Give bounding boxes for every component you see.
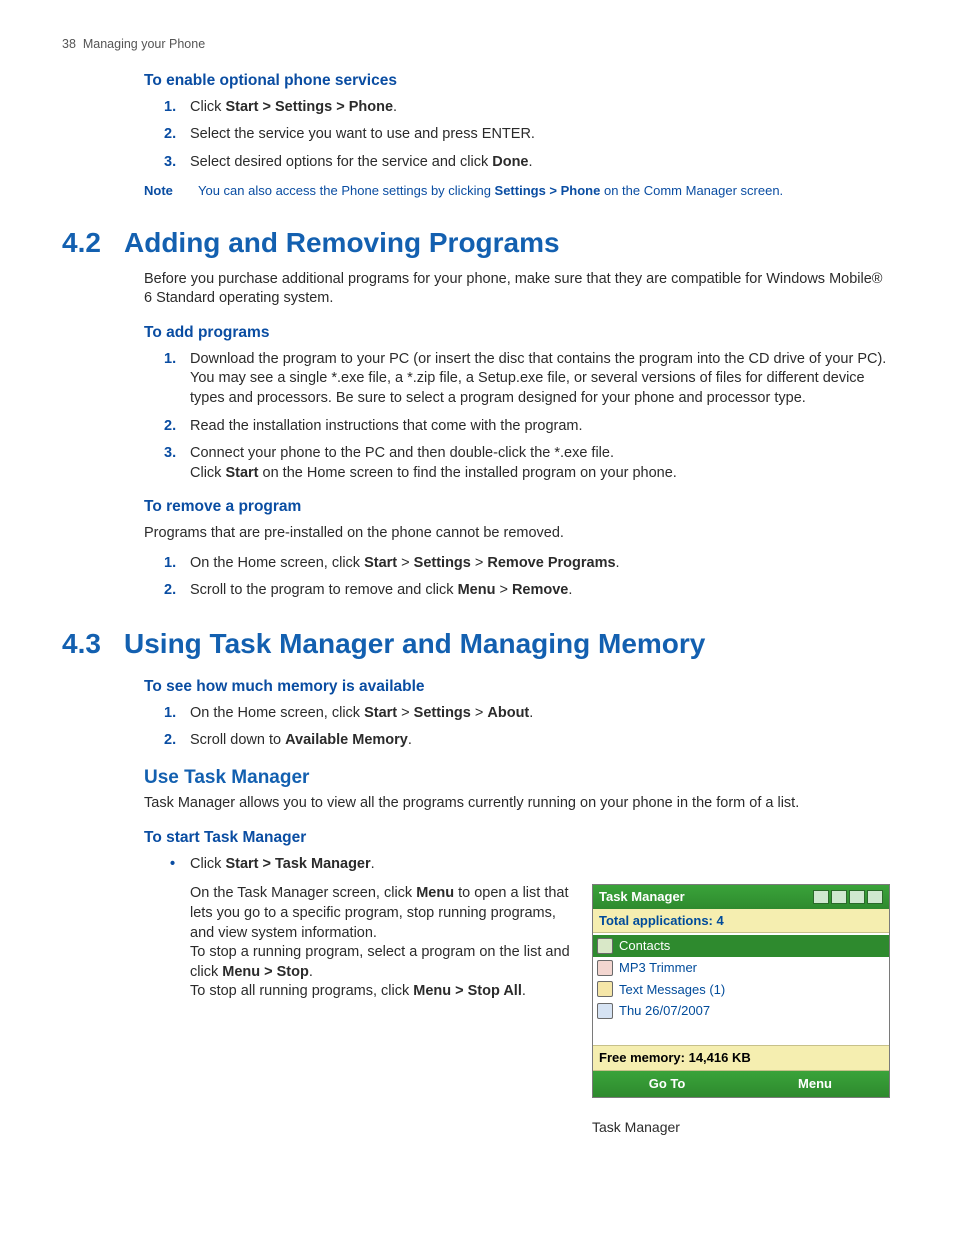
tm-description: On the Task Manager screen, click Menu t… [144, 884, 570, 1001]
signal-icon [867, 890, 883, 904]
list-see-memory: 1. On the Home screen, click Start > Set… [164, 704, 892, 751]
contacts-icon [597, 938, 613, 954]
running-header: 38 Managing your Phone [62, 36, 892, 53]
app-item[interactable]: Thu 26/07/2007 [593, 1000, 889, 1022]
app-label: Thu 26/07/2007 [619, 1002, 710, 1020]
tray-icon [813, 890, 829, 904]
section-number: 4.3 [62, 625, 110, 663]
heading-4-2: 4.2 Adding and Removing Programs [62, 224, 892, 262]
list-marker: 3. [164, 153, 176, 173]
list-marker: 2. [164, 125, 176, 145]
intro-4-2: Before you purchase additional programs … [144, 270, 892, 309]
list-item: 1. On the Home screen, click Start > Set… [164, 704, 892, 724]
app-item[interactable]: Text Messages (1) [593, 979, 889, 1001]
app-label: Text Messages (1) [619, 981, 725, 999]
heading-add-programs: To add programs [144, 323, 892, 344]
heading-4-3: 4.3 Using Task Manager and Managing Memo… [62, 625, 892, 663]
list-enable-services: 1. Click Start > Settings > Phone. 2. Se… [164, 98, 892, 173]
free-memory-bar: Free memory: 14,416 KB [593, 1045, 889, 1071]
softkey-bar: Go To Menu [593, 1071, 889, 1097]
use-tm-intro: Task Manager allows you to view all the … [144, 794, 892, 814]
list-item: 1. Download the program to your PC (or i… [164, 350, 892, 409]
heading-see-memory: To see how much memory is available [144, 677, 892, 698]
screenshot-title: Task Manager [599, 888, 685, 906]
list-remove-program: 1. On the Home screen, click Start > Set… [164, 554, 892, 601]
calendar-icon [597, 1003, 613, 1019]
heading-remove-program: To remove a program [144, 497, 892, 518]
list-marker: 1. [164, 554, 176, 574]
heading-enable-services: To enable optional phone services [144, 71, 892, 92]
list-marker: 2. [164, 417, 176, 437]
chapter-title: Managing your Phone [83, 37, 205, 51]
screenshot-titlebar: Task Manager [593, 885, 889, 909]
app-label: Contacts [619, 937, 670, 955]
list-item: 3. Select desired options for the servic… [164, 153, 892, 173]
mail-icon [597, 981, 613, 997]
bullet-marker: • [170, 855, 175, 875]
screenshot-caption: Task Manager [592, 1118, 892, 1137]
tray-icon [831, 890, 847, 904]
tray-icons [813, 890, 883, 904]
list-item: 2. Scroll down to Available Memory. [164, 731, 892, 751]
list-item: 1. Click Start > Settings > Phone. [164, 98, 892, 118]
list-item: 1. On the Home screen, click Start > Set… [164, 554, 892, 574]
list-item: 3. Connect your phone to the PC and then… [164, 444, 892, 483]
note-row: Note You can also access the Phone setti… [144, 182, 892, 200]
heading-start-task-manager: To start Task Manager [144, 828, 892, 849]
list-item: • Click Start > Task Manager. [164, 855, 892, 875]
list-marker: 2. [164, 731, 176, 751]
list-marker: 1. [164, 704, 176, 724]
app-list: Contacts MP3 Trimmer Text Messages (1) T… [593, 933, 889, 1045]
section-title: Adding and Removing Programs [124, 224, 560, 262]
note-label: Note [144, 182, 184, 200]
softkey-right[interactable]: Menu [741, 1071, 889, 1097]
remove-intro: Programs that are pre-installed on the p… [144, 524, 892, 544]
softkey-left[interactable]: Go To [593, 1071, 741, 1097]
app-item[interactable]: MP3 Trimmer [593, 957, 889, 979]
total-apps-bar: Total applications: 4 [593, 909, 889, 934]
heading-use-task-manager: Use Task Manager [144, 765, 892, 791]
list-item: 2. Read the installation instructions th… [164, 417, 892, 437]
page-number: 38 [62, 37, 76, 51]
bullet-start-tm: • Click Start > Task Manager. [164, 855, 892, 875]
list-marker: 1. [164, 98, 176, 118]
section-number: 4.2 [62, 224, 110, 262]
list-item: 2. Scroll to the program to remove and c… [164, 581, 892, 601]
note-body: You can also access the Phone settings b… [198, 182, 783, 200]
list-marker: 2. [164, 581, 176, 601]
audio-icon [597, 960, 613, 976]
app-item-selected[interactable]: Contacts [593, 935, 889, 957]
list-marker: 3. [164, 444, 176, 464]
list-marker: 1. [164, 350, 176, 370]
list-item: 2. Select the service you want to use an… [164, 125, 892, 145]
task-manager-screenshot: Task Manager Total applications: 4 Conta… [592, 884, 890, 1097]
list-add-programs: 1. Download the program to your PC (or i… [164, 350, 892, 483]
app-label: MP3 Trimmer [619, 959, 697, 977]
section-title: Using Task Manager and Managing Memory [124, 625, 705, 663]
tray-icon [849, 890, 865, 904]
